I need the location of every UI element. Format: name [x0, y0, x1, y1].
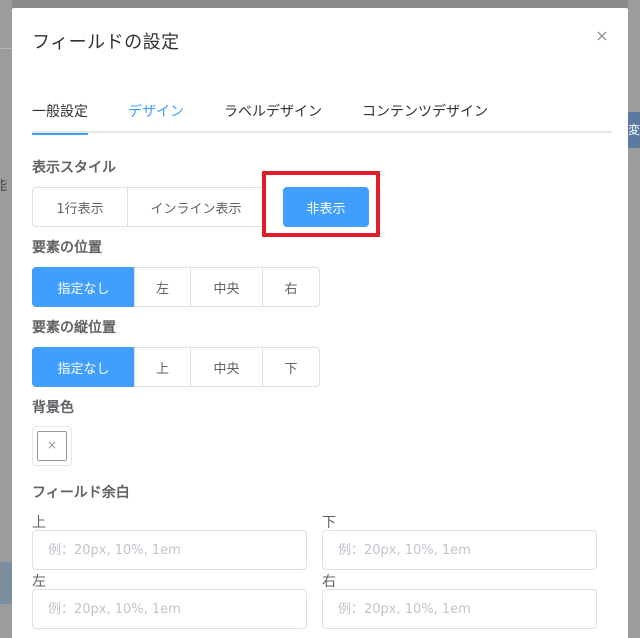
tab-content-design[interactable]: コンテンツデザイン [342, 100, 508, 133]
margin-left-label: 左 [32, 574, 46, 590]
field-margin-label: フィールド余白 [32, 485, 130, 501]
margin-right-label: 右 [322, 574, 336, 590]
margin-right-input[interactable] [322, 589, 597, 629]
element-vertical-top-button[interactable]: 上 [134, 347, 191, 387]
backdrop-left [0, 0, 12, 638]
element-position-left-button[interactable]: 左 [134, 267, 191, 307]
backdrop-right-tab: 変 [628, 112, 640, 148]
margin-top-input[interactable] [32, 530, 307, 570]
margin-bottom-input[interactable] [322, 530, 597, 570]
backdrop-band [0, 562, 12, 604]
settings-tabs: 一般設定 デザイン ラベルデザイン コンテンツデザイン [32, 100, 612, 135]
element-position-label: 要素の位置 [32, 240, 102, 256]
display-style-label: 表示スタイル [32, 160, 116, 176]
display-style-single-line-button[interactable]: 1行表示 [32, 187, 128, 227]
element-position-center-button[interactable]: 中央 [190, 267, 263, 307]
background-color-label: 背景色 [32, 400, 74, 416]
backdrop-divider [0, 48, 12, 49]
element-vertical-position-group: 指定なし 上 中央 下 [32, 347, 320, 387]
color-picker[interactable]: × [32, 426, 72, 466]
margin-left-input[interactable] [32, 589, 307, 629]
backdrop-left-text: 能 [0, 176, 12, 198]
element-position-group: 指定なし 左 中央 右 [32, 267, 320, 307]
field-settings-dialog: フィールドの設定 × 一般設定 デザイン ラベルデザイン コンテンツデザイン 表… [12, 8, 628, 638]
margin-bottom-label: 下 [322, 515, 336, 531]
element-vertical-bottom-button[interactable]: 下 [262, 347, 320, 387]
dialog-title: フィールドの設定 [32, 32, 180, 53]
tab-design[interactable]: デザイン [108, 100, 204, 133]
element-vertical-none-button[interactable]: 指定なし [32, 347, 135, 387]
element-vertical-position-label: 要素の縦位置 [32, 320, 116, 336]
empty-color-icon: × [37, 431, 67, 461]
margin-top-label: 上 [32, 515, 46, 531]
display-style-inline-button[interactable]: インライン表示 [127, 187, 265, 227]
tab-general[interactable]: 一般設定 [32, 100, 108, 135]
close-icon[interactable]: × [594, 28, 610, 44]
element-position-none-button[interactable]: 指定なし [32, 267, 135, 307]
tab-label-design[interactable]: ラベルデザイン [204, 100, 342, 133]
element-vertical-center-button[interactable]: 中央 [190, 347, 263, 387]
highlight-box [262, 171, 380, 237]
backdrop-right [628, 0, 640, 638]
element-position-right-button[interactable]: 右 [262, 267, 320, 307]
